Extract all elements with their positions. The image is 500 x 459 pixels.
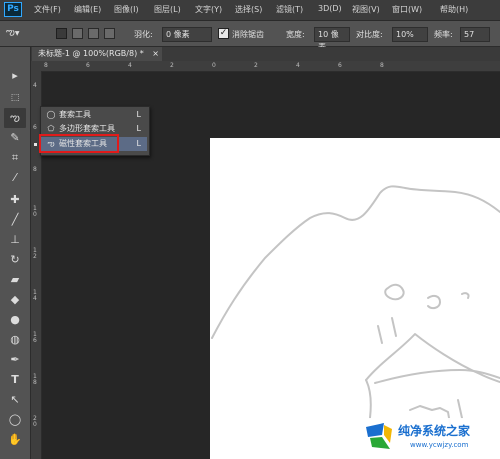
quick-selection-tool-icon[interactable]: ✎ — [4, 128, 26, 148]
menu-type[interactable]: 文字(Y) — [195, 4, 222, 15]
lasso-tool-icon[interactable]: ఌ — [4, 108, 26, 128]
document-title: 未标题-1 @ 100%(RGB/8) * — [38, 49, 144, 58]
hand-tool-icon[interactable]: ✋ — [4, 430, 26, 450]
watermark-logo-icon — [366, 423, 392, 449]
ruler-tick: 2 — [170, 62, 174, 69]
menu-file[interactable]: 文件(F) — [34, 4, 61, 15]
close-tab-icon[interactable]: × — [152, 49, 159, 58]
path-selection-tool-icon[interactable]: ↖ — [4, 390, 26, 410]
ruler-tick: 8 — [44, 62, 48, 69]
contrast-input[interactable]: 10% — [392, 27, 428, 42]
tool-preset-picker[interactable]: ఌ▼ — [6, 26, 28, 40]
chevron-down-icon: ▼ — [14, 30, 20, 37]
pen-tool-icon[interactable]: ✒ — [4, 350, 26, 370]
new-selection-icon[interactable] — [56, 28, 67, 39]
crop-tool-icon[interactable]: ⌗ — [4, 148, 26, 168]
move-tool-icon[interactable]: ▸ — [4, 66, 26, 86]
clone-stamp-tool-icon[interactable]: ⊥ — [4, 230, 26, 250]
frequency-input[interactable]: 57 — [460, 27, 490, 42]
subtract-from-selection-icon[interactable] — [88, 28, 99, 39]
ruler-tick: 1 4 — [33, 289, 37, 302]
active-tool-indicator — [34, 143, 37, 146]
menu-window[interactable]: 窗口(W) — [392, 4, 422, 15]
ellipse-tool-icon[interactable]: ◯ — [4, 410, 26, 430]
eraser-tool-icon[interactable]: ▰ — [4, 270, 26, 290]
ruler-tick: 4 — [128, 62, 132, 69]
contrast-label: 对比度: — [356, 30, 383, 39]
ruler-tick: 6 — [338, 62, 342, 69]
watermark-title: 纯净系统之家 — [398, 424, 471, 438]
ruler-tick: 6 — [86, 62, 90, 69]
feather-label: 羽化: — [134, 30, 153, 39]
menu-image[interactable]: 图像(I) — [114, 4, 139, 15]
flyout-item-lasso[interactable]: ◯ 套索工具 L — [41, 108, 147, 122]
history-brush-tool-icon[interactable]: ↻ — [4, 250, 26, 270]
ruler-tick: 1 0 — [33, 205, 37, 218]
intersect-selection-icon[interactable] — [104, 28, 115, 39]
dodge-tool-icon[interactable]: ◍ — [4, 330, 26, 350]
menu-3d[interactable]: 3D(D) — [318, 4, 342, 13]
width-input[interactable]: 10 像素 — [314, 27, 350, 52]
menu-view[interactable]: 视图(V) — [352, 4, 380, 15]
ruler-tick: 2 0 — [33, 415, 37, 428]
paint-bucket-tool-icon[interactable]: ◆ — [4, 290, 26, 310]
add-to-selection-icon[interactable] — [72, 28, 83, 39]
antialias-label: 消除锯齿 — [232, 30, 264, 39]
brush-tool-icon[interactable]: ╱ — [4, 210, 26, 230]
photoshop-logo: Ps — [4, 2, 22, 17]
width-label: 宽度: — [286, 30, 305, 39]
eyedropper-tool-icon[interactable]: ⁄ — [4, 168, 26, 188]
ruler-tick: 2 — [254, 62, 258, 69]
type-tool-icon[interactable]: T — [4, 370, 26, 390]
house-sketch-drawing — [211, 185, 500, 425]
feather-input[interactable]: 0 像素 — [162, 27, 212, 42]
healing-brush-tool-icon[interactable]: ✚ — [4, 190, 26, 210]
menu-select[interactable]: 选择(S) — [235, 4, 262, 15]
ruler-tick: 8 — [33, 166, 37, 173]
ruler-tick: 1 6 — [33, 331, 37, 344]
menu-layer[interactable]: 图层(L) — [154, 4, 181, 15]
frequency-label: 频率: — [434, 30, 453, 39]
ruler-tick: 4 — [33, 82, 37, 89]
watermark-url: www.ycwjzy.com — [410, 441, 469, 449]
blur-tool-icon[interactable]: ● — [4, 310, 26, 330]
ruler-tick: 1 8 — [33, 373, 37, 386]
marquee-tool-icon[interactable]: ⬚ — [4, 88, 26, 108]
ruler-tick: 1 2 — [33, 247, 37, 260]
menu-help[interactable]: 帮助(H) — [440, 4, 468, 15]
ruler-tick: 8 — [380, 62, 384, 69]
highlight-annotation-box — [39, 134, 119, 153]
ruler-tick: 4 — [296, 62, 300, 69]
antialias-checkbox[interactable]: ✓ — [218, 28, 229, 39]
menu-edit[interactable]: 编辑(E) — [74, 4, 101, 15]
ruler-tick: 0 — [212, 62, 216, 69]
checkmark-icon: ✓ — [219, 28, 228, 38]
lasso-icon: ◯ — [46, 110, 56, 119]
magnetic-lasso-icon: ఌ — [6, 27, 15, 38]
document-tab[interactable]: 未标题-1 @ 100%(RGB/8) * × — [32, 47, 162, 61]
ruler-tick: 6 — [33, 124, 37, 131]
menu-filter[interactable]: 滤镜(T) — [276, 4, 303, 15]
horizontal-ruler — [31, 61, 500, 72]
